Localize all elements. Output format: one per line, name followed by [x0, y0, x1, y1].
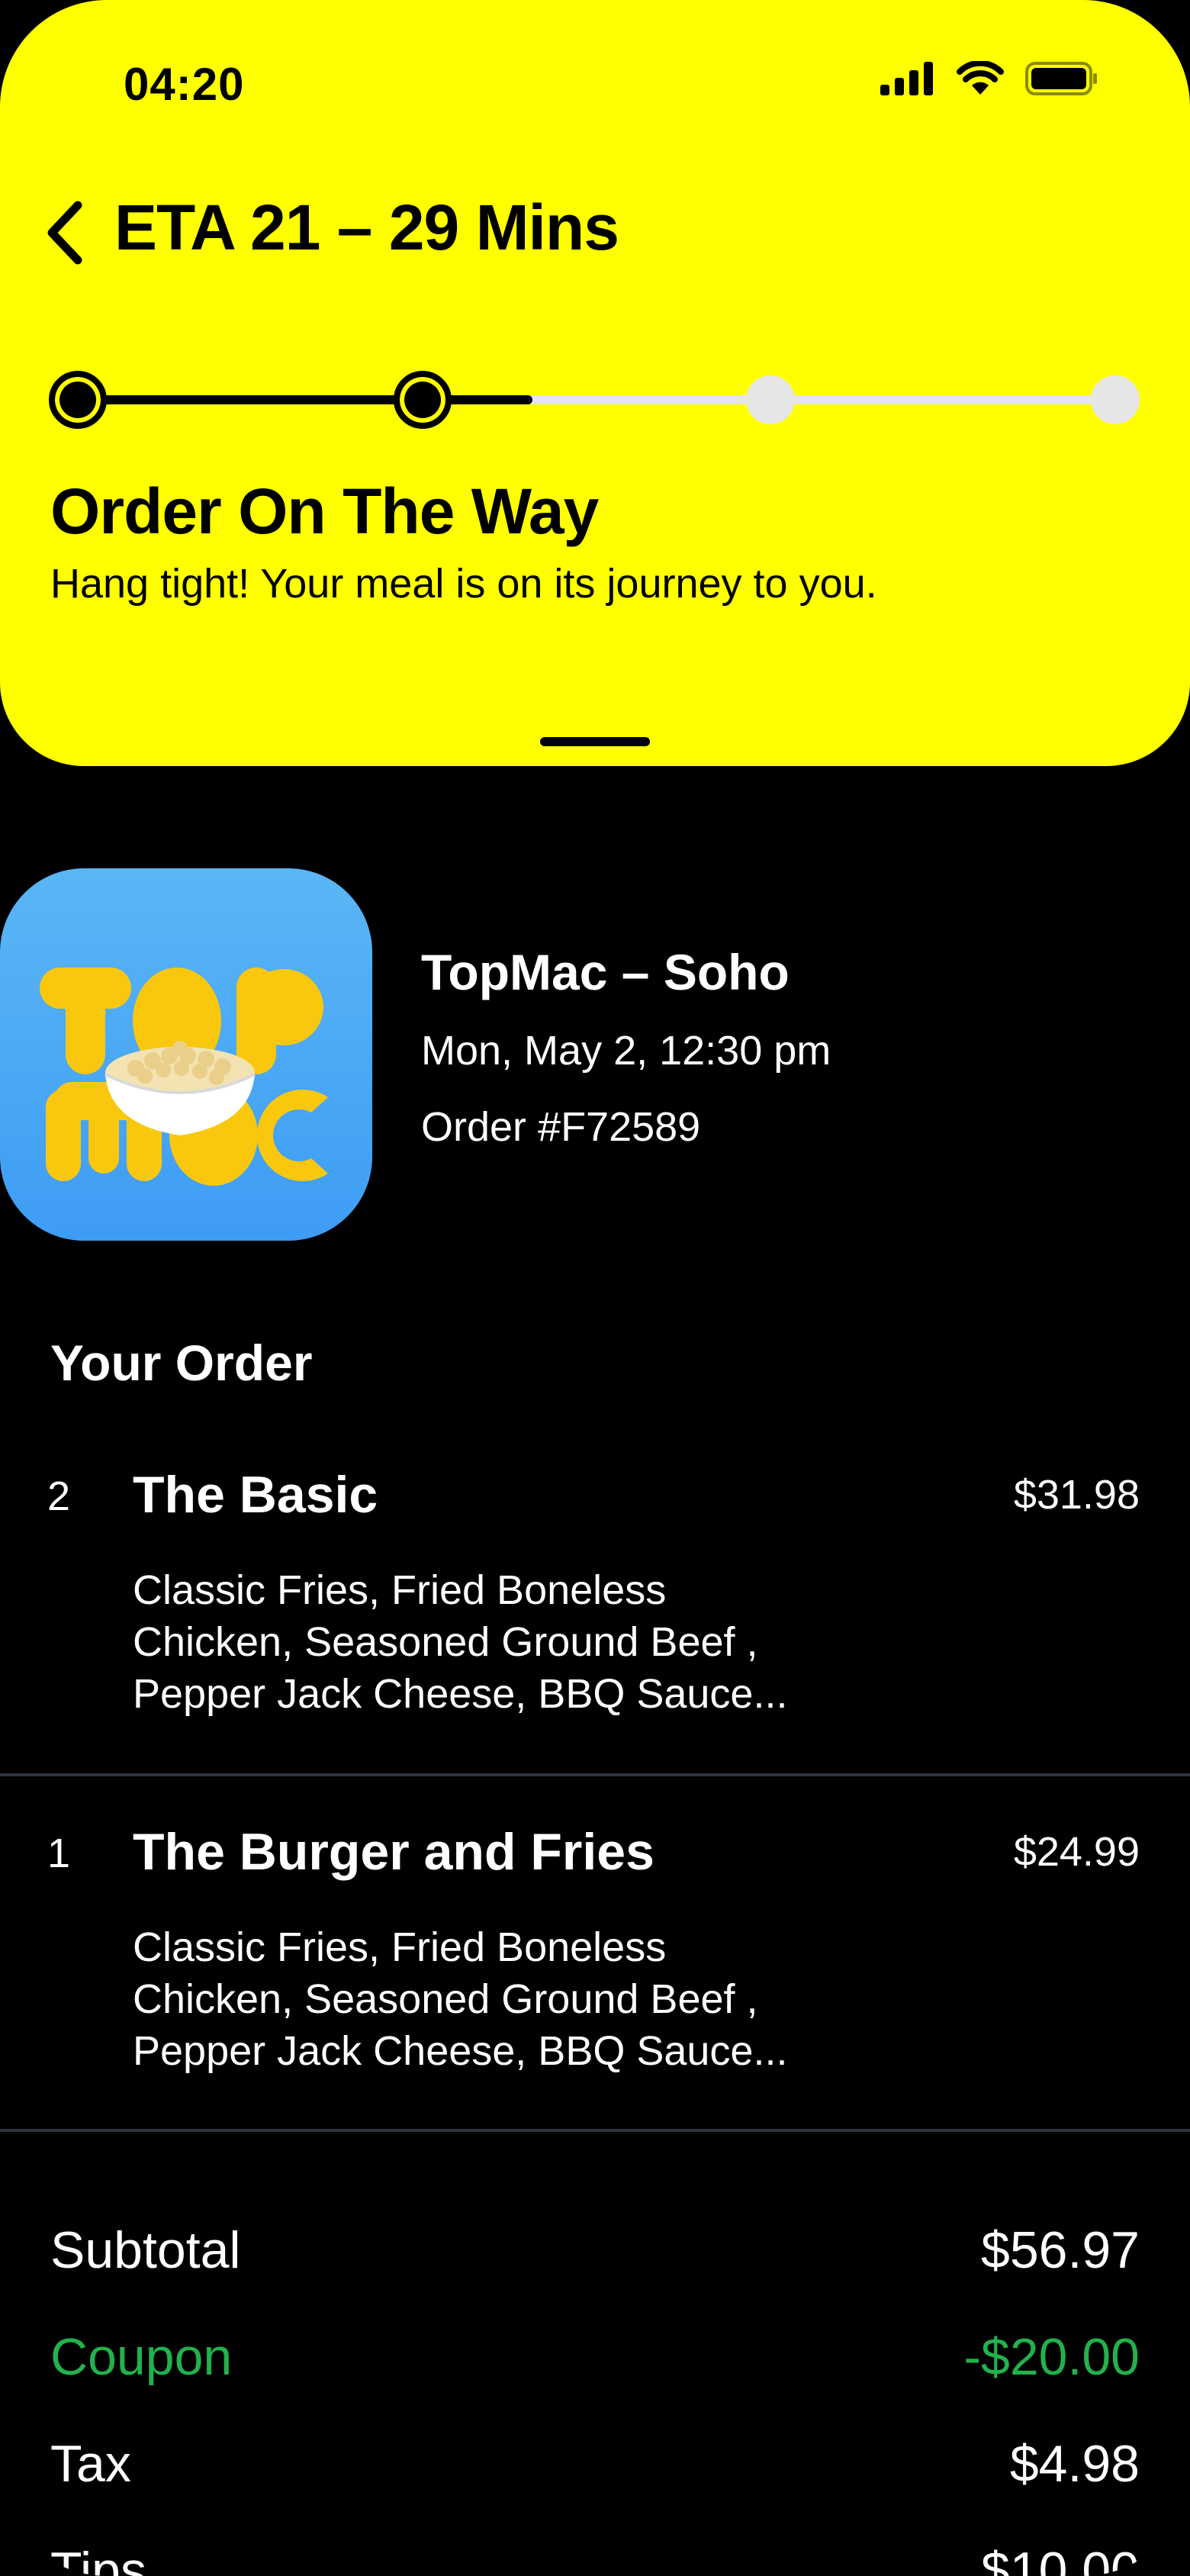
tax-row: Tax $4.98	[50, 2434, 1140, 2503]
coupon-row: Coupon -$20.00	[50, 2327, 1140, 2396]
item-description-line: Classic Fries, Fried Boneless	[133, 1924, 667, 1970]
wifi-icon	[957, 60, 1004, 100]
item-quantity: 1	[47, 1831, 71, 1876]
item-quantity: 2	[47, 1473, 71, 1519]
status-bar-time: 04:20	[124, 59, 245, 110]
item-price: $24.99	[1013, 1829, 1140, 1875]
order-status-header: 04:20 ETA 21 – 29 Mins Order On The Way …	[0, 0, 1190, 766]
subtotal-label: Subtotal	[50, 2221, 241, 2279]
item-description: Classic Fries, Fried Boneless Chicken, S…	[133, 1564, 896, 1720]
order-progress-tracker	[49, 371, 1140, 429]
coupon-value: -$20.00	[963, 2328, 1140, 2386]
item-description: Classic Fries, Fried Boneless Chicken, S…	[133, 1921, 896, 2077]
progress-step-1	[49, 371, 107, 429]
item-description-line: Chicken, Seasoned Ground Beef ,	[133, 1619, 758, 1665]
item-name: The Burger and Fries	[133, 1823, 654, 1881]
tips-value: $10.00	[981, 2542, 1140, 2576]
sheet-drag-handle[interactable]	[540, 737, 650, 746]
restaurant-logo	[0, 868, 372, 1241]
item-name: The Basic	[133, 1466, 378, 1524]
item-price: $31.98	[1013, 1472, 1140, 1518]
order-date: Mon, May 2, 12:30 pm	[421, 1028, 831, 1074]
battery-icon	[1025, 62, 1098, 99]
order-number: Order #F72589	[421, 1104, 701, 1150]
order-tracking-screen: 04:20 ETA 21 – 29 Mins Order On The Way …	[0, 0, 1190, 2576]
status-title: Order On The Way	[50, 475, 599, 547]
signal-icon	[880, 62, 935, 99]
tax-label: Tax	[50, 2435, 131, 2493]
tax-value: $4.98	[1009, 2435, 1140, 2493]
item-divider	[0, 1773, 1190, 1776]
progress-step-4	[1091, 375, 1140, 424]
restaurant-name[interactable]: TopMac – Soho	[421, 943, 790, 1001]
your-order-heading: Your Order	[50, 1335, 313, 1391]
item-description-line: Pepper Jack Cheese, BBQ Sauce...	[133, 2028, 788, 2074]
item-description-line: Classic Fries, Fried Boneless	[133, 1567, 667, 1613]
item-description-line: Chicken, Seasoned Ground Beef ,	[133, 1976, 758, 2022]
tips-label: Tips	[50, 2542, 146, 2576]
eta-title: ETA 21 – 29 Mins	[114, 192, 619, 263]
coupon-label: Coupon	[50, 2328, 233, 2386]
subtotal-value: $56.97	[981, 2221, 1140, 2279]
chevron-left-icon	[44, 201, 84, 269]
progress-step-3	[746, 375, 795, 424]
back-button[interactable]	[40, 200, 88, 269]
tips-row: Tips $10.00	[50, 2541, 1140, 2576]
item-divider	[0, 2129, 1190, 2132]
progress-step-2	[394, 371, 452, 429]
subtotal-row: Subtotal $56.97	[50, 2220, 1140, 2289]
progress-fill	[79, 395, 532, 404]
status-subtitle: Hang tight! Your meal is on its journey …	[50, 561, 877, 607]
status-bar-icons	[880, 60, 1098, 100]
item-description-line: Pepper Jack Cheese, BBQ Sauce...	[133, 1671, 788, 1717]
